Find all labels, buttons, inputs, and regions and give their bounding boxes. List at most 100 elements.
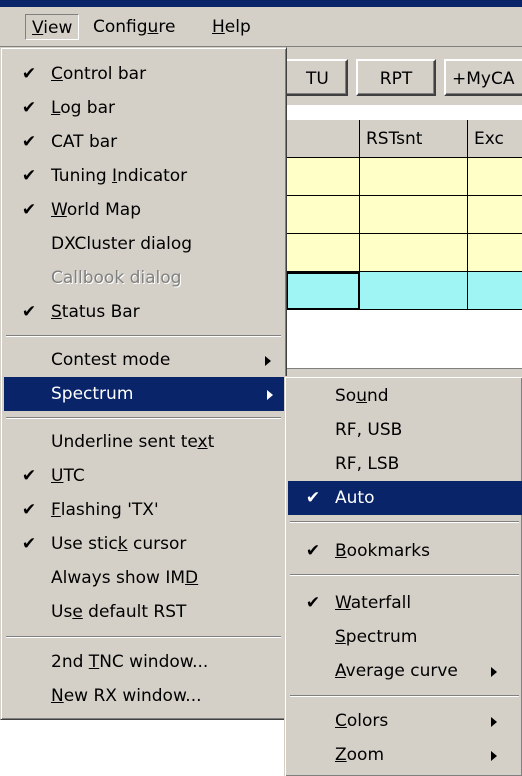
- item-label: Auto: [335, 488, 375, 508]
- grid-header-rstsnt: RSTsnt: [360, 120, 468, 158]
- menu-separator: [6, 636, 281, 638]
- menu-item-spectrum-view[interactable]: Spectrum: [288, 620, 522, 654]
- menu-item-dxcluster-dialog[interactable]: DXCluster dialog: [4, 227, 284, 261]
- menu-separator: [6, 335, 281, 337]
- item-label: ookmarks: [346, 541, 430, 561]
- grid-cell[interactable]: [286, 196, 360, 234]
- item-accelerator: L: [51, 98, 61, 118]
- grid-cell-selected[interactable]: [286, 272, 360, 310]
- item-label: pectrum: [345, 627, 418, 647]
- app-background: [0, 720, 286, 776]
- menu-item-waterfall[interactable]: ✔ Waterfall: [288, 586, 522, 620]
- grid-cell[interactable]: [286, 158, 360, 196]
- checkmark-icon: ✔: [21, 166, 37, 186]
- menu-item-log-bar[interactable]: ✔ Log bar: [4, 91, 284, 125]
- item-accelerator: S: [335, 627, 346, 647]
- table-row[interactable]: [286, 272, 522, 310]
- grid-cell[interactable]: [360, 272, 468, 310]
- item-label: Always show IM: [51, 568, 186, 588]
- item-label: RF, USB: [335, 420, 403, 440]
- menu-item-status-bar[interactable]: ✔ Status Bar: [4, 295, 284, 329]
- item-label: Callbook dialog: [51, 268, 182, 288]
- item-label: TC: [63, 466, 85, 486]
- menu-item-control-bar[interactable]: ✔ Control bar: [4, 57, 284, 91]
- toolbar: TU RPT +MyCA: [276, 47, 522, 105]
- rpt-button[interactable]: RPT: [356, 59, 436, 96]
- checkmark-icon: ✔: [305, 541, 321, 561]
- menu-item-contest-mode[interactable]: Contest mode: [4, 343, 284, 377]
- menu-label: iew: [43, 18, 73, 38]
- menu-item-colors[interactable]: Colors: [288, 704, 522, 738]
- item-label: Contest mode: [51, 350, 171, 370]
- menu-item-cat-bar[interactable]: ✔ CAT bar: [4, 125, 284, 159]
- menu-item-world-map[interactable]: ✔ World Map: [4, 193, 284, 227]
- grid-cell[interactable]: [468, 272, 522, 310]
- table-row[interactable]: [286, 196, 522, 234]
- menu-item-new-rx-window[interactable]: New RX window...: [4, 679, 284, 713]
- mycall-button[interactable]: +MyCA: [444, 59, 522, 96]
- submenu-arrow-icon: [491, 751, 497, 761]
- item-label: nd: [366, 386, 389, 406]
- menu-item-use-default-rst[interactable]: Use default RST: [4, 595, 284, 629]
- menu-configure[interactable]: Configure: [87, 14, 181, 40]
- item-label: og bar: [60, 98, 115, 118]
- menu-separator: [290, 574, 519, 576]
- text-area[interactable]: [286, 330, 522, 369]
- menu-item-flashing-tx[interactable]: ✔ Flashing 'TX': [4, 493, 284, 527]
- item-accelerator: C: [51, 64, 63, 84]
- menu-item-rf-lsb[interactable]: RF, LSB: [288, 447, 522, 481]
- menu-item-2nd-tnc-window[interactable]: 2nd TNC window...: [4, 645, 284, 679]
- menu-help[interactable]: Help: [206, 14, 257, 40]
- menu-item-utc[interactable]: ✔ UTC: [4, 459, 284, 493]
- checkmark-icon: ✔: [21, 302, 37, 322]
- menu-item-rf-usb[interactable]: RF, USB: [288, 413, 522, 447]
- menu-view[interactable]: View: [25, 14, 80, 40]
- grid-cell[interactable]: [360, 234, 468, 272]
- grid-cell[interactable]: [468, 158, 522, 196]
- menu-item-use-stick-cursor[interactable]: ✔ Use stick cursor: [4, 527, 284, 561]
- checkmark-icon: ✔: [21, 466, 37, 486]
- item-label: t: [207, 432, 215, 452]
- menu-item-auto[interactable]: ✔ Auto: [288, 481, 522, 515]
- item-label: So: [335, 386, 357, 406]
- item-label: default RST: [82, 602, 187, 622]
- submenu-arrow-icon: [491, 717, 497, 727]
- menu-item-underline-sent-text[interactable]: Underline sent text: [4, 425, 284, 459]
- item-label: cursor: [127, 534, 187, 554]
- menu-item-zoom[interactable]: Zoom: [288, 738, 522, 772]
- item-label: Us: [51, 602, 73, 622]
- grid-header: [286, 120, 360, 158]
- checkmark-icon: ✔: [21, 64, 37, 84]
- menu-item-average-curve[interactable]: Average curve: [288, 654, 522, 688]
- checkmark-icon: ✔: [305, 488, 321, 508]
- submenu-arrow-icon: [491, 667, 497, 677]
- grid-cell[interactable]: [360, 196, 468, 234]
- item-label: CAT bar: [51, 132, 118, 152]
- item-accelerator: U: [51, 466, 64, 486]
- item-accelerator: Z: [335, 745, 347, 765]
- item-label: Spectrum: [51, 384, 134, 404]
- grid-cell[interactable]: [468, 196, 522, 234]
- menu-item-always-show-imd[interactable]: Always show IMD: [4, 561, 284, 595]
- menu-item-sound[interactable]: Sound: [288, 379, 522, 413]
- table-row[interactable]: [286, 158, 522, 196]
- grid-cell[interactable]: [360, 158, 468, 196]
- item-label: ontrol bar: [62, 64, 147, 84]
- grid-cell[interactable]: [468, 234, 522, 272]
- menu-item-tuning-indicator[interactable]: ✔ Tuning Indicator: [4, 159, 284, 193]
- menu-item-bookmarks[interactable]: ✔ Bookmarks: [288, 534, 522, 568]
- menu-item-spectrum[interactable]: Spectrum: [4, 377, 284, 411]
- menu-accelerator: H: [212, 17, 225, 37]
- grid-cell[interactable]: [286, 234, 360, 272]
- menu-label: elp: [224, 17, 251, 37]
- menu-accelerator: V: [32, 18, 44, 38]
- menu-separator: [290, 521, 519, 523]
- menu-bar: View Configure Help: [0, 7, 522, 47]
- table-row[interactable]: [286, 234, 522, 272]
- item-label: verage curve: [345, 661, 458, 681]
- menu-label: re: [158, 17, 176, 37]
- item-accelerator: D: [185, 568, 199, 588]
- menu-accelerator: u: [147, 17, 159, 37]
- item-accelerator: A: [335, 661, 346, 681]
- spectrum-submenu: Sound RF, USB RF, LSB ✔ Auto ✔ Bookmarks ✔…: [284, 376, 522, 776]
